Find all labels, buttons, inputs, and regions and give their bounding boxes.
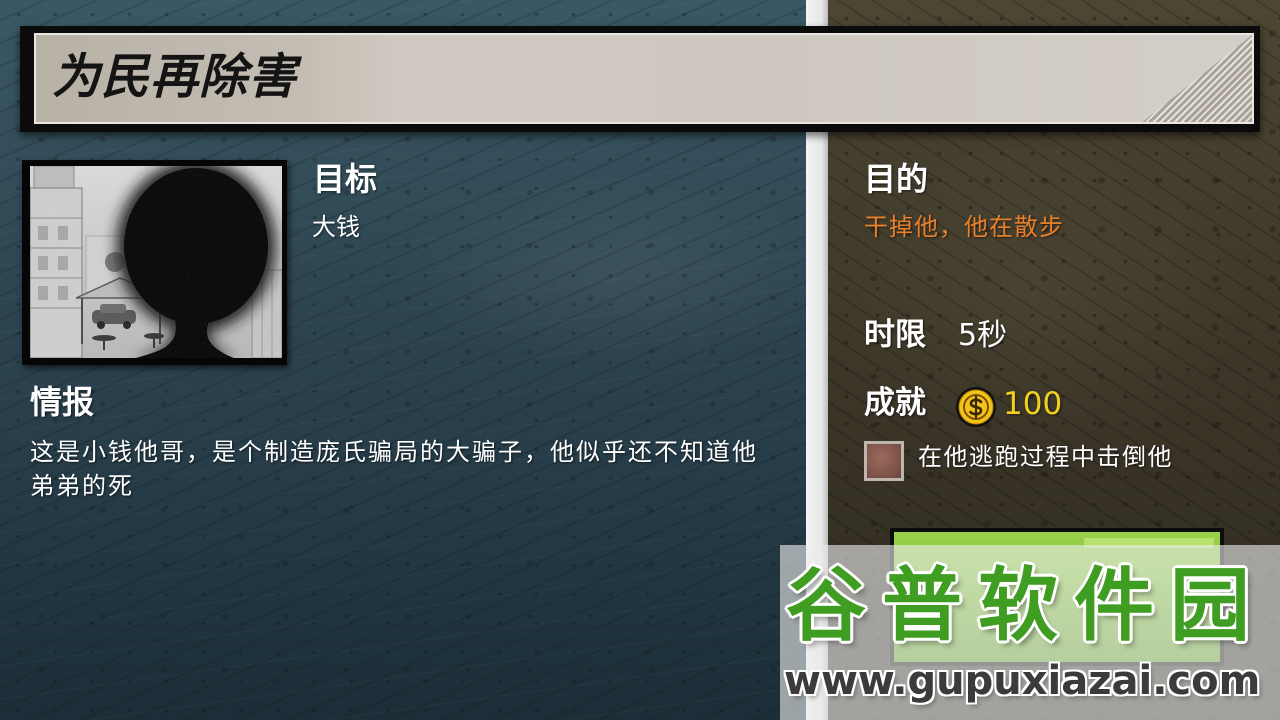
target-label: 目标 — [313, 160, 378, 198]
time-limit-label: 时限 — [864, 317, 926, 353]
achievement-description: 在他逃跑过程中击倒他 — [918, 443, 1173, 471]
watermark-overlay: 谷普软件园 www.gupuxiazai.com — [780, 545, 1280, 720]
banner-hatch-decoration — [1140, 35, 1252, 122]
reward-value: 100 — [1003, 386, 1063, 422]
coin-icon — [955, 386, 997, 428]
watermark-brand: 谷普软件园 — [786, 559, 1266, 652]
mission-briefing-screen: 为民再除害 目标 大钱 情报 这是小钱他哥，是个制造庞氏骗局的大骗子，他似乎还不… — [0, 0, 1280, 720]
target-portrait-image — [30, 166, 282, 358]
title-plate: 为民再除害 — [34, 33, 1254, 124]
intel-label: 情报 — [30, 383, 95, 421]
watermark-url: www.gupuxiazai.com — [784, 658, 1261, 704]
target-portrait — [22, 160, 287, 365]
time-limit-value: 5秒 — [958, 318, 1008, 353]
mission-title-banner: 为民再除害 — [20, 26, 1260, 132]
achievement-badge-icon — [864, 441, 904, 481]
intel-description: 这是小钱他哥，是个制造庞氏骗局的大骗子，他似乎还不知道他弟弟的死 — [30, 438, 758, 500]
objective-label: 目的 — [864, 160, 929, 198]
achievement-label: 成就 — [864, 385, 926, 421]
objective-text: 干掉他，他在散步 — [864, 213, 1064, 241]
mission-title: 为民再除害 — [52, 49, 298, 105]
target-name: 大钱 — [312, 213, 360, 241]
